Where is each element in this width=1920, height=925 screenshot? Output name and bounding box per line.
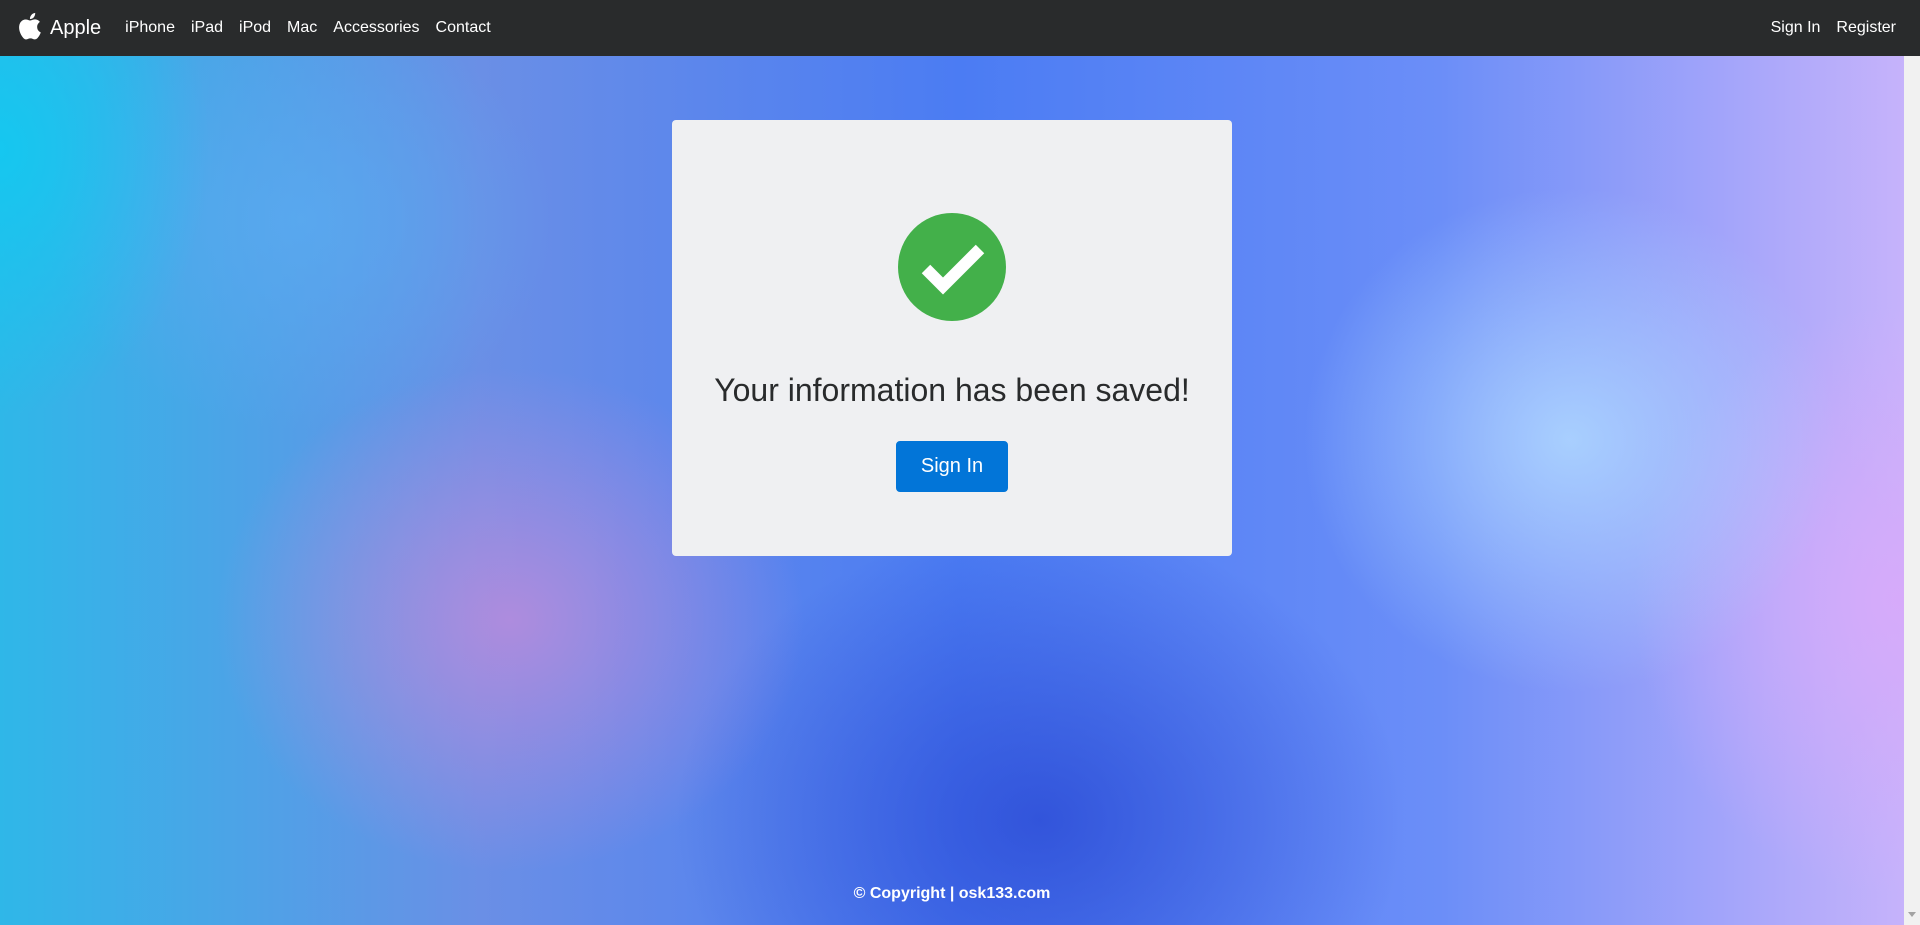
brand-link[interactable]: Apple — [16, 11, 101, 46]
nav-link-register[interactable]: Register — [1836, 19, 1896, 37]
nav-link-ipad[interactable]: iPad — [191, 19, 223, 37]
apple-logo-icon — [16, 11, 50, 46]
footer-copyright: © Copyright | osk133.com — [853, 885, 1051, 902]
nav-link-contact[interactable]: Contact — [436, 19, 491, 37]
nav-link-sign-in[interactable]: Sign In — [1771, 19, 1821, 37]
nav-link-accessories[interactable]: Accessories — [333, 19, 419, 37]
scroll-down-arrow-icon[interactable] — [1908, 912, 1916, 917]
check-circle-icon — [898, 213, 1006, 321]
main-nav: iPhone iPad iPod Mac Accessories Contact — [125, 19, 507, 37]
top-navbar: Apple iPhone iPad iPod Mac Accessories C… — [0, 0, 1920, 56]
page-scrollbar[interactable] — [1904, 56, 1920, 925]
nav-link-iphone[interactable]: iPhone — [125, 19, 175, 37]
nav-link-mac[interactable]: Mac — [287, 19, 317, 37]
nav-link-ipod[interactable]: iPod — [239, 19, 271, 37]
confirmation-card: Your information has been saved! Sign In — [672, 120, 1232, 556]
brand-name: Apple — [50, 16, 102, 39]
success-message: Your information has been saved! — [714, 372, 1190, 408]
account-nav: Sign In Register — [1755, 19, 1896, 37]
sign-in-button[interactable]: Sign In — [896, 441, 1008, 492]
